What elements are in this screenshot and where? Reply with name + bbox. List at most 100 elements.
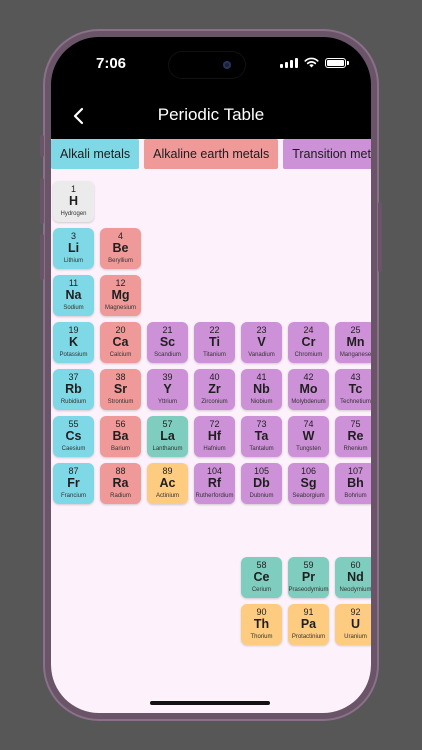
element-name: Seaborgium [292, 493, 325, 499]
element-symbol: Cs [65, 429, 82, 443]
element-tile-cr[interactable]: 24 Cr Chromium [288, 322, 329, 363]
element-symbol: Ca [112, 335, 129, 349]
element-symbol: Ti [209, 335, 220, 349]
element-number: 25 [350, 325, 361, 335]
element-tile-hf[interactable]: 72 Hf Hafnium [194, 416, 235, 457]
phone-screen: 7:06 Periodic Table 1 H Hydrogen 3 Li Li… [51, 37, 371, 713]
status-time: 7:06 [96, 55, 127, 72]
element-symbol: Ba [112, 429, 129, 443]
element-symbol: H [68, 194, 79, 208]
element-number: 74 [303, 419, 314, 429]
element-tile-ti[interactable]: 22 Ti Titanium [194, 322, 235, 363]
element-number: 91 [303, 607, 314, 617]
status-icons [280, 57, 349, 68]
element-name: Praseodymium [288, 587, 329, 593]
camera-icon [223, 61, 231, 69]
element-number: 42 [303, 372, 314, 382]
battery-tip [347, 60, 349, 65]
status-bar: 7:06 [51, 37, 371, 93]
element-tile-u[interactable]: 92 U Uranium [335, 604, 371, 645]
side-button-power [378, 202, 382, 272]
element-tile-mo[interactable]: 42 Mo Molybdenum [288, 369, 329, 410]
element-name: Lithium [63, 258, 84, 264]
element-symbol: Db [253, 476, 270, 490]
category-tab-transition[interactable]: Transition metals [283, 139, 371, 169]
element-tile-sg[interactable]: 106 Sg Seaborgium [288, 463, 329, 504]
element-name: Potassium [59, 352, 88, 358]
element-tile-sr[interactable]: 38 Sr Strontium [100, 369, 141, 410]
element-tile-rb[interactable]: 37 Rb Rubidium [53, 369, 94, 410]
element-name: Sodium [63, 305, 84, 311]
element-number: 4 [117, 231, 123, 241]
element-number: 92 [350, 607, 361, 617]
element-symbol: Ce [253, 570, 270, 584]
element-tile-k[interactable]: 19 K Potassium [53, 322, 94, 363]
element-name: Protactinium [291, 634, 326, 640]
element-symbol: Sr [113, 382, 128, 396]
element-tile-la[interactable]: 57 La Lanthanum [147, 416, 188, 457]
element-tile-fr[interactable]: 87 Fr Francium [53, 463, 94, 504]
element-tile-mn[interactable]: 25 Mn Manganese [335, 322, 371, 363]
home-indicator[interactable] [150, 701, 270, 705]
element-tile-pr[interactable]: 59 Pr Praseodymium [288, 557, 329, 598]
element-tile-li[interactable]: 3 Li Lithium [53, 228, 94, 269]
element-tile-re[interactable]: 75 Re Rhenium [335, 416, 371, 457]
element-symbol: K [68, 335, 79, 349]
element-tile-zr[interactable]: 40 Zr Zirconium [194, 369, 235, 410]
element-symbol: Re [347, 429, 364, 443]
element-tile-sc[interactable]: 21 Sc Scandium [147, 322, 188, 363]
element-tile-be[interactable]: 4 Be Beryllium [100, 228, 141, 269]
category-tabs: Alkali metals Alkaline earth metals Transi… [51, 139, 371, 171]
element-tile-ba[interactable]: 56 Ba Barium [100, 416, 141, 457]
element-tile-mg[interactable]: 12 Mg Magnesium [100, 275, 141, 316]
element-number: 88 [115, 466, 126, 476]
element-tile-pa[interactable]: 91 Pa Protactinium [288, 604, 329, 645]
element-symbol: Na [65, 288, 82, 302]
element-tile-ta[interactable]: 73 Ta Tantalum [241, 416, 282, 457]
category-tab-alkali[interactable]: Alkali metals [51, 139, 140, 169]
element-tile-ce[interactable]: 58 Ce Cerium [241, 557, 282, 598]
element-tile-nb[interactable]: 41 Nb Niobium [241, 369, 282, 410]
element-tile-h[interactable]: 1 H Hydrogen [53, 181, 94, 222]
element-tile-v[interactable]: 23 V Vanadium [241, 322, 282, 363]
element-number: 87 [68, 466, 79, 476]
element-tile-cs[interactable]: 55 Cs Caesium [53, 416, 94, 457]
element-name: Rutherfordium [195, 493, 234, 499]
element-symbol: Th [253, 617, 270, 631]
element-name: Chromium [294, 352, 323, 358]
element-tile-ac[interactable]: 89 Ac Actinium [147, 463, 188, 504]
element-name: Cerium [251, 587, 272, 593]
element-tile-ra[interactable]: 88 Ra Radium [100, 463, 141, 504]
periodic-table-view[interactable]: 1 H Hydrogen 3 Li Lithium 4 Be Beryllium 11 Na Sodi… [51, 139, 371, 713]
element-tile-tc[interactable]: 43 Tc Technetium [335, 369, 371, 410]
side-button-mute [40, 135, 44, 157]
element-tile-db[interactable]: 105 Db Dubnium [241, 463, 282, 504]
element-number: 107 [347, 466, 364, 476]
element-tile-nd[interactable]: 60 Nd Neodymium [335, 557, 371, 598]
element-symbol: Rf [207, 476, 222, 490]
element-symbol: Li [67, 241, 80, 255]
element-symbol: Tc [348, 382, 363, 396]
element-number: 43 [350, 372, 361, 382]
element-symbol: Rb [65, 382, 82, 396]
element-tile-w[interactable]: 74 W Tungsten [288, 416, 329, 457]
element-symbol: Y [163, 382, 172, 396]
dynamic-island [169, 52, 245, 78]
element-number: 72 [209, 419, 220, 429]
element-tile-th[interactable]: 90 Th Thorium [241, 604, 282, 645]
element-symbol: La [160, 429, 175, 443]
element-number: 55 [68, 419, 79, 429]
element-name: Rhenium [343, 446, 368, 452]
element-name: Francium [60, 493, 86, 499]
element-number: 104 [206, 466, 223, 476]
element-tile-y[interactable]: 39 Y Yttrium [147, 369, 188, 410]
app-bar: Periodic Table [51, 93, 371, 139]
element-name: Hydrogen [60, 211, 87, 217]
element-symbol: Nd [347, 570, 364, 584]
element-symbol: Bh [347, 476, 364, 490]
element-tile-rf[interactable]: 104 Rf Rutherfordium [194, 463, 235, 504]
element-tile-na[interactable]: 11 Na Sodium [53, 275, 94, 316]
element-tile-ca[interactable]: 20 Ca Calcium [100, 322, 141, 363]
element-tile-bh[interactable]: 107 Bh Bohrium [335, 463, 371, 504]
category-tab-alkaline[interactable]: Alkaline earth metals [144, 139, 279, 169]
